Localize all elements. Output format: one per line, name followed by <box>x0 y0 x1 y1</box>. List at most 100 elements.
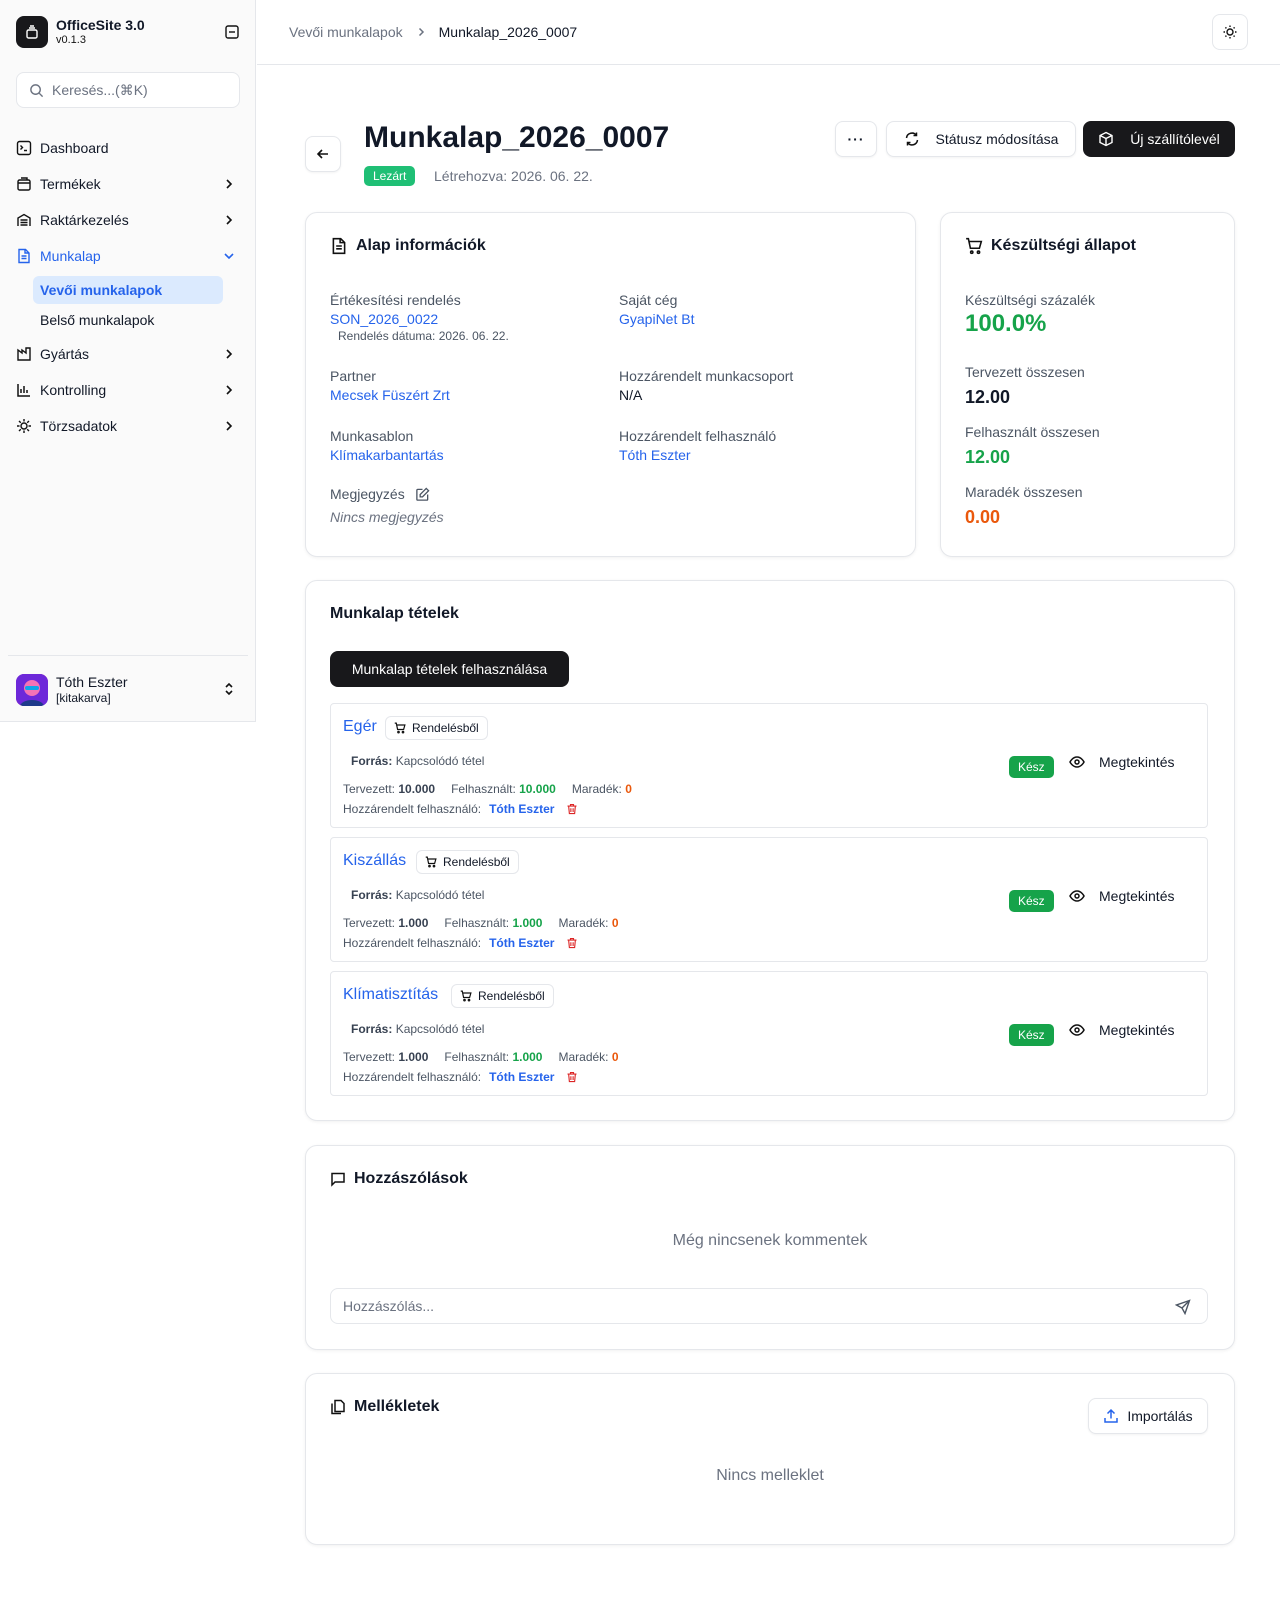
sidebar-subitem-vevoi-munkalapok[interactable]: Vevői munkalapok <box>33 276 223 304</box>
comment-input[interactable]: Hozzászólás... <box>330 1288 1208 1324</box>
order-date: Rendelés dátuma: 2026. 06. 22. <box>338 329 509 343</box>
warehouse-icon <box>16 212 32 228</box>
item-name-link[interactable]: Klímatisztítás <box>343 986 438 1004</box>
more-icon: ··· <box>847 131 865 147</box>
search-input[interactable]: Keresés...(⌘K) <box>16 72 240 108</box>
import-button[interactable]: Importálás <box>1088 1398 1208 1434</box>
item-status-badge: Kész <box>1009 890 1054 912</box>
assigned-user-field: Hozzárendelt felhasználó Tóth Eszter <box>619 427 776 465</box>
sidebar-item-torzsadatok[interactable]: Törzsadatok <box>16 408 242 444</box>
arrow-left-icon <box>316 149 328 159</box>
chevron-right-icon <box>226 385 233 395</box>
sales-order-field: Értékesítési rendelés SON_2026_0022 Rend… <box>330 291 509 343</box>
item-assigned-user-link[interactable]: Tóth Eszter <box>489 802 554 816</box>
new-delivery-note-button[interactable]: Új szállítólevél <box>1083 121 1235 157</box>
trash-icon[interactable] <box>566 937 578 949</box>
chevron-right-icon <box>226 349 233 359</box>
upload-icon <box>1104 1408 1119 1423</box>
sidebar-item-munkalap[interactable]: Munkalap <box>16 238 242 274</box>
field-label: Partner <box>330 368 376 384</box>
comments-title: Hozzászólások <box>330 1170 468 1188</box>
breadcrumb-parent[interactable]: Vevői munkalapok <box>289 24 403 40</box>
assigned-user-link[interactable]: Tóth Eszter <box>619 445 776 465</box>
work-item: Egér Rendelésből Forrás: Kapcsolódó téte… <box>330 703 1208 828</box>
field-label: Tervezett összesen <box>965 364 1085 380</box>
own-company-link[interactable]: GyapiNet Bt <box>619 309 694 329</box>
percent-field: Készültségi százalék 100.0% <box>965 291 1095 339</box>
item-status-badge: Kész <box>1009 1024 1054 1046</box>
user-name: Tóth Eszter <box>56 674 128 690</box>
factory-icon <box>16 346 32 362</box>
sidebar-item-raktarkezeles[interactable]: Raktárkezelés <box>16 202 242 238</box>
sidebar-item-kontrolling[interactable]: Kontrolling <box>16 372 242 408</box>
status-badge: Lezárt <box>364 166 416 186</box>
view-item-button[interactable]: Megtekintés <box>1069 888 1174 904</box>
item-assigned-user-link[interactable]: Tóth Eszter <box>489 1070 554 1084</box>
remaining-total-value: 0.00 <box>965 507 1001 527</box>
field-label: Megjegyzés <box>330 486 405 502</box>
view-item-button[interactable]: Megtekintés <box>1069 754 1174 770</box>
more-actions-button[interactable]: ··· <box>835 121 877 157</box>
brand[interactable]: OfficeSite 3.0 v0.1.3 <box>16 16 240 48</box>
sidebar-submenu: Vevői munkalapok Belső munkalapok <box>33 276 242 334</box>
partner-link[interactable]: Mecsek Füszért Zrt <box>330 385 450 405</box>
item-name-link[interactable]: Egér <box>343 718 377 736</box>
template-link[interactable]: Klímakarbantartás <box>330 445 444 465</box>
note-field: Megjegyzés Nincs megjegyzés <box>330 485 444 527</box>
use-items-button[interactable]: Munkalap tételek felhasználása <box>330 651 569 687</box>
user-menu[interactable]: Tóth Eszter [kitakarva] <box>8 655 248 721</box>
sidebar-item-label: Termékek <box>40 176 101 192</box>
sidebar-nav: Dashboard Termékek Raktárkezelés Munkala… <box>16 130 242 444</box>
chevron-right-icon <box>418 27 424 37</box>
sidebar-toggle-icon[interactable] <box>224 24 240 40</box>
item-used: 10.000 <box>519 782 556 796</box>
sales-order-link[interactable]: SON_2026_0022 <box>330 309 509 329</box>
from-order-tag: Rendelésből <box>385 716 488 740</box>
send-icon[interactable] <box>1175 1299 1191 1315</box>
change-status-button[interactable]: Státusz módosítása <box>886 121 1076 157</box>
page-title: Munkalap_2026_0007 <box>364 121 670 154</box>
item-quantities: Tervezett: 10.000 Felhasznált: 10.000 Ma… <box>343 782 632 796</box>
sidebar: OfficeSite 3.0 v0.1.3 Keresés...(⌘K) Das… <box>0 0 256 722</box>
sidebar-subitem-belso-munkalapok[interactable]: Belső munkalapok <box>33 306 223 334</box>
item-name-link[interactable]: Kiszállás <box>343 852 406 870</box>
sidebar-item-dashboard[interactable]: Dashboard <box>16 130 242 166</box>
edit-icon[interactable] <box>415 486 430 502</box>
breadcrumb-current: Munkalap_2026_0007 <box>438 24 578 40</box>
app-logo-icon <box>16 16 48 48</box>
created-date: Létrehozva: 2026. 06. 22. <box>434 168 593 184</box>
used-total-value: 12.00 <box>965 447 1011 467</box>
field-label: Saját cég <box>619 292 678 308</box>
back-button[interactable] <box>305 136 341 172</box>
trash-icon[interactable] <box>566 803 578 815</box>
app-name: OfficeSite 3.0 <box>56 17 145 33</box>
item-used: 1.000 <box>512 1050 543 1064</box>
comments-card: Hozzászólások Még nincsenek kommentek Ho… <box>305 1145 1235 1350</box>
view-item-button[interactable]: Megtekintés <box>1069 1022 1174 1038</box>
files-icon <box>331 1399 345 1415</box>
trash-icon[interactable] <box>566 1071 578 1083</box>
item-remaining: 0 <box>625 782 632 796</box>
attachments-title: Mellékletek <box>330 1398 439 1416</box>
field-label: Értékesítési rendelés <box>330 292 461 308</box>
item-assigned-user-link[interactable]: Tóth Eszter <box>489 936 554 950</box>
from-order-tag: Rendelésből <box>451 984 554 1008</box>
sidebar-item-label: Raktárkezelés <box>40 212 129 228</box>
field-label: Munkasablon <box>330 428 414 444</box>
shopping-cart-icon <box>460 990 472 1002</box>
progress-card: Készültségi állapot Készültségi százalék… <box>940 212 1235 557</box>
work-group-field: Hozzárendelt munkacsoport N/A <box>619 367 793 405</box>
template-field: Munkasablon Klímakarbantartás <box>330 427 444 465</box>
sidebar-item-label: Kontrolling <box>40 382 107 398</box>
sidebar-item-gyartas[interactable]: Gyártás <box>16 336 242 372</box>
item-planned: 1.000 <box>398 1050 429 1064</box>
bar-chart-icon <box>16 382 32 398</box>
theme-toggle-button[interactable] <box>1212 14 1248 50</box>
app-version: v0.1.3 <box>56 34 86 46</box>
partner-field: Partner Mecsek Füszért Zrt <box>330 367 450 405</box>
sidebar-item-termekek[interactable]: Termékek <box>16 166 242 202</box>
item-assignment: Hozzárendelt felhasználó: Tóth Eszter <box>343 936 578 950</box>
item-quantities: Tervezett: 1.000 Felhasznált: 1.000 Mara… <box>343 1050 619 1064</box>
work-group-value: N/A <box>619 387 643 403</box>
item-source: Forrás: Kapcsolódó tétel <box>351 754 485 768</box>
